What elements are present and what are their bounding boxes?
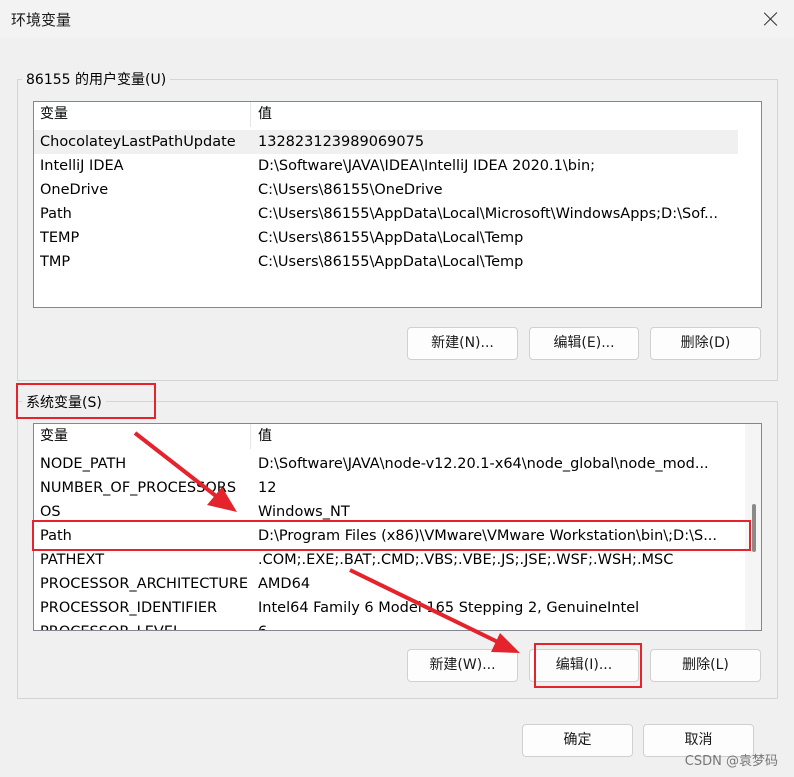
title-bar: 环境变量 xyxy=(0,0,794,38)
variable-value: 12 xyxy=(258,480,277,496)
annotation-box-edit-button xyxy=(534,643,642,688)
user-delete-button[interactable]: 删除(D) xyxy=(650,327,761,360)
list-header: 变量 值 xyxy=(34,102,761,127)
variable-name: NODE_PATH xyxy=(40,456,127,472)
table-row[interactable]: ChocolateyLastPathUpdate 132823123989069… xyxy=(34,130,761,154)
variable-value: 6 xyxy=(258,620,734,630)
ok-button[interactable]: 确定 xyxy=(522,724,633,757)
watermark: CSDN @袁梦码 xyxy=(684,754,778,769)
variable-value: 132823123989069075 xyxy=(252,130,738,154)
variable-name: TMP xyxy=(40,254,71,270)
table-row[interactable]: PROCESSOR_LEVEL 6 xyxy=(34,620,761,630)
variable-name: PROCESSOR_ARCHITECTURE xyxy=(40,576,249,592)
column-header-value[interactable]: 值 xyxy=(252,424,742,449)
table-row[interactable]: TEMP C:\Users\86155\AppData\Local\Temp xyxy=(34,226,761,250)
variable-value: D:\Software\JAVA\node-v12.20.1-x64\node_… xyxy=(258,456,709,472)
user-variables-list[interactable]: 变量 值 ChocolateyLastPathUpdate 1328231239… xyxy=(33,101,762,308)
user-edit-button[interactable]: 编辑(E)... xyxy=(529,327,639,360)
table-row[interactable]: TMP C:\Users\86155\AppData\Local\Temp xyxy=(34,250,761,274)
variable-value: C:\Users\86155\AppData\Local\Microsoft\W… xyxy=(258,206,718,222)
variable-name: PROCESSOR_LEVEL xyxy=(40,620,252,630)
column-header-variable[interactable]: 变量 xyxy=(34,424,251,449)
variable-name: Path xyxy=(40,206,72,222)
variable-name: PATHEXT xyxy=(40,552,105,568)
table-row[interactable]: PROCESSOR_IDENTIFIER Intel64 Family 6 Mo… xyxy=(34,596,761,620)
annotation-box-path-row xyxy=(32,520,751,551)
variable-name: NUMBER_OF_PROCESSORS xyxy=(40,480,237,496)
table-row[interactable]: OneDrive C:\Users\86155\OneDrive xyxy=(34,178,761,202)
variable-name: IntelliJ IDEA xyxy=(40,158,124,174)
window-title: 环境变量 xyxy=(11,11,72,29)
list-header: 变量 值 xyxy=(34,424,761,449)
variable-value: C:\Users\86155\AppData\Local\Temp xyxy=(258,254,524,270)
variable-name: ChocolateyLastPathUpdate xyxy=(34,130,252,154)
column-header-value[interactable]: 值 xyxy=(252,102,742,127)
variable-name: PROCESSOR_IDENTIFIER xyxy=(40,600,218,616)
table-row[interactable]: NUMBER_OF_PROCESSORS 12 xyxy=(34,476,761,500)
table-row[interactable]: NODE_PATH D:\Software\JAVA\node-v12.20.1… xyxy=(34,452,761,476)
table-row[interactable]: PATHEXT .COM;.EXE;.BAT;.CMD;.VBS;.VBE;.J… xyxy=(34,548,761,572)
table-row[interactable]: IntelliJ IDEA D:\Software\JAVA\IDEA\Inte… xyxy=(34,154,761,178)
variable-name: OneDrive xyxy=(40,182,109,198)
user-new-button[interactable]: 新建(N)... xyxy=(407,327,518,360)
variable-value: AMD64 xyxy=(258,576,311,592)
variable-value: C:\Users\86155\OneDrive xyxy=(258,182,443,198)
variable-value: .COM;.EXE;.BAT;.CMD;.VBS;.VBE;.JS;.JSE;.… xyxy=(258,552,674,568)
column-header-variable[interactable]: 变量 xyxy=(34,102,251,127)
system-delete-button[interactable]: 删除(L) xyxy=(650,649,761,682)
table-row[interactable]: Path C:\Users\86155\AppData\Local\Micros… xyxy=(34,202,761,226)
variable-value: Intel64 Family 6 Model 165 Stepping 2, G… xyxy=(258,600,640,616)
variable-name: TEMP xyxy=(40,230,80,246)
user-variables-label: 86155 的用户变量(U) xyxy=(22,69,171,89)
variable-value: C:\Users\86155\AppData\Local\Temp xyxy=(258,230,524,246)
table-row[interactable]: PROCESSOR_ARCHITECTURE AMD64 xyxy=(34,572,761,596)
scrollbar-thumb[interactable] xyxy=(752,504,756,552)
system-new-button[interactable]: 新建(W)... xyxy=(407,649,518,682)
variable-value: D:\Software\JAVA\IDEA\IntelliJ IDEA 2020… xyxy=(258,158,596,174)
close-icon[interactable] xyxy=(760,8,782,30)
annotation-box-system-label xyxy=(16,383,156,419)
